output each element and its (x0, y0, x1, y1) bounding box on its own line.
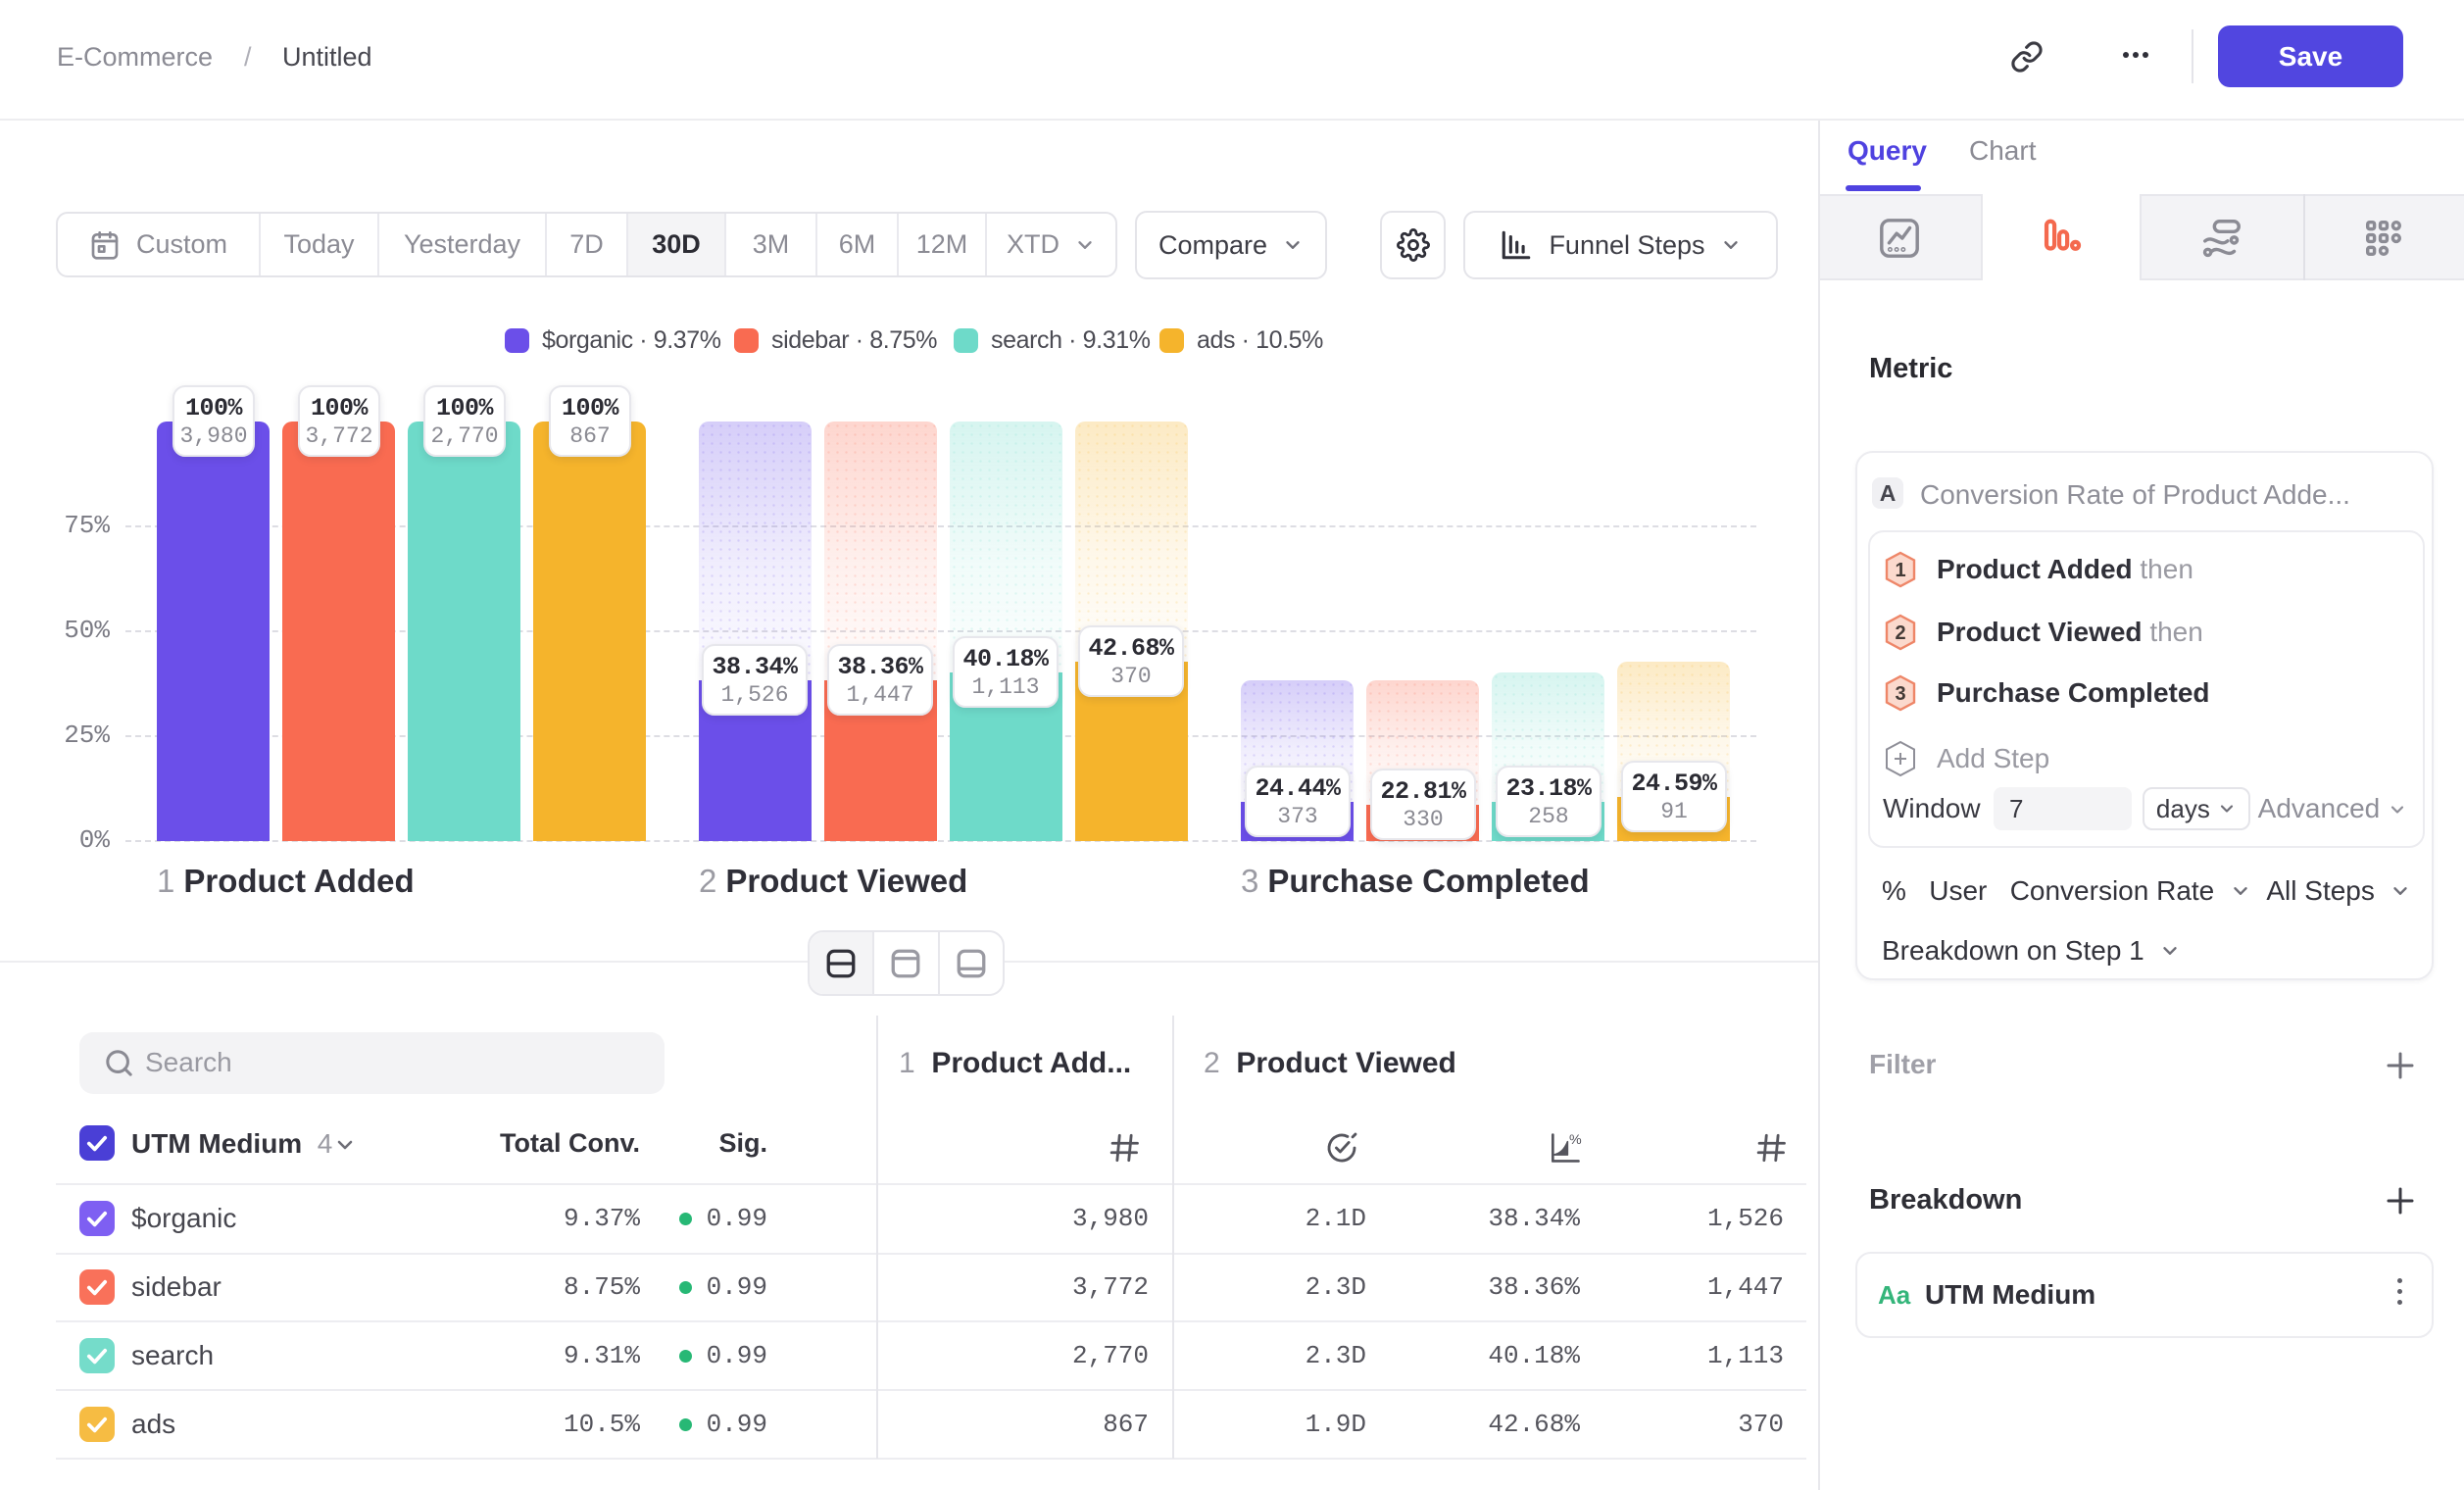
svg-text:%: % (1569, 1132, 1582, 1148)
svg-text:2: 2 (1895, 622, 1905, 644)
svg-text:3: 3 (1895, 683, 1905, 705)
svg-text:1: 1 (1895, 560, 1905, 581)
